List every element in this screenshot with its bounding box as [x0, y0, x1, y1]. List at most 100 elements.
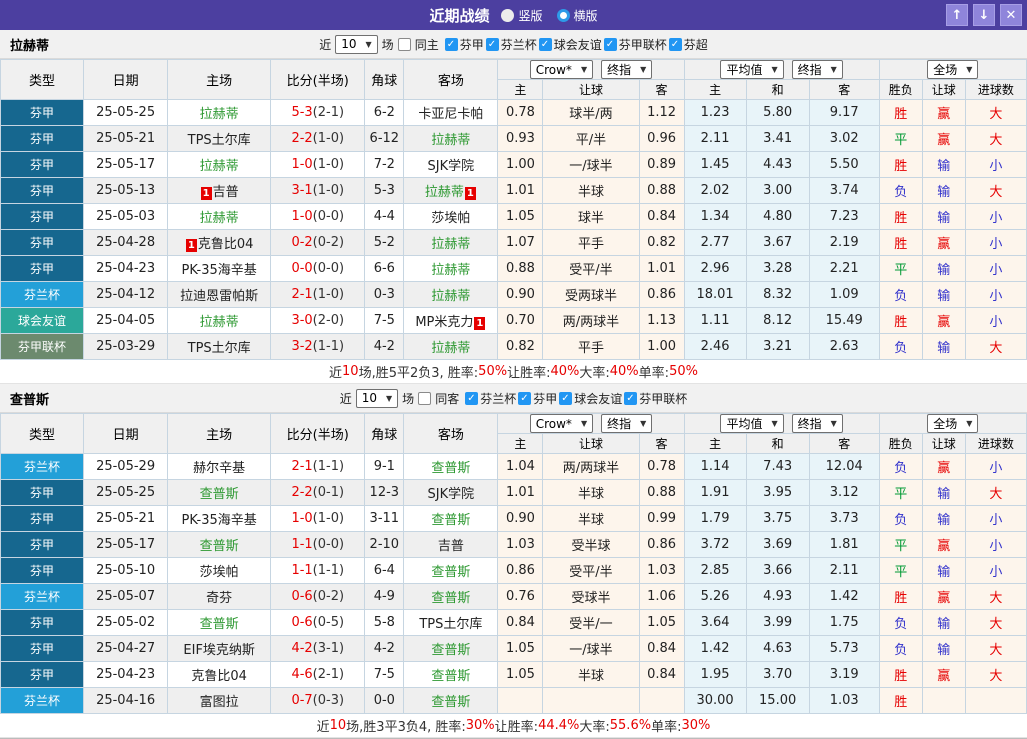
away-team-cell: 拉赫蒂 [403, 255, 499, 282]
final-odds-select[interactable]: 终指 ▼ [791, 60, 843, 79]
odds-company-select[interactable]: Crow* ▼ [529, 60, 594, 79]
average-odds-select[interactable]: 平均值 ▼ [720, 414, 784, 433]
checkbox-icon[interactable] [603, 37, 617, 51]
home-team-cell: 拉赫蒂 [167, 203, 272, 230]
avg-draw-odds-cell: 15.00 [745, 687, 810, 714]
avg-home-odds-cell: 3.64 [683, 609, 747, 636]
half-time-score: (2-1) [312, 667, 345, 682]
full-match-select[interactable]: 全场 ▼ [927, 60, 979, 79]
match-type-cell: 芬兰杯 [0, 687, 85, 714]
away-team-cell: 查普斯 [403, 635, 499, 662]
avg-away-odds-cell: 1.81 [808, 531, 880, 558]
red-card-badge: 1 [474, 317, 486, 330]
match-type-cell: 芬甲 [0, 661, 85, 688]
final-odds-select[interactable]: 终指 ▼ [791, 414, 843, 433]
radio-icon[interactable] [501, 8, 515, 22]
full-match-group-header: 全场 ▼ [878, 413, 1027, 434]
summary-text: 场,胜3平3负4, 胜率: [346, 720, 466, 735]
score-cell: 3-0(2-0) [270, 307, 366, 334]
away-team-cell: 卡亚尼卡帕 [403, 99, 499, 126]
close-button[interactable]: ✕ [1000, 4, 1022, 26]
checkbox-icon[interactable] [559, 391, 573, 405]
same-venue-checkbox[interactable] [397, 37, 411, 51]
handicap-away-odds-cell: 1.12 [638, 99, 685, 126]
same-venue-checkbox[interactable] [418, 391, 432, 405]
match-row: 芬甲 25-05-13 1 吉普 3-1(1-0) 5-3 拉赫蒂 1 1.01 半球 0.88 2.… [0, 177, 1027, 204]
checkbox-icon[interactable] [485, 37, 499, 51]
checkbox-icon[interactable] [444, 37, 458, 51]
handicap-line-cell: 球半 [542, 203, 640, 230]
league-filter[interactable]: 球会友谊 [538, 36, 602, 53]
avg-away-odds-cell: 7.23 [808, 203, 880, 230]
team-section: 拉赫蒂 近 10▼ 场 同主 芬甲芬兰杯球会友谊芬甲联杯芬超 类型 日期 主场 … [0, 30, 1027, 384]
half-time-score: (0-0) [312, 261, 345, 276]
score-cell: 0-2(0-2) [270, 229, 366, 256]
league-filter[interactable]: 芬超 [668, 36, 708, 53]
full-match-select[interactable]: 全场 ▼ [927, 414, 979, 433]
score-cell: 0-6(0-2) [270, 583, 366, 610]
avg-home-odds-cell: 30.00 [683, 687, 747, 714]
goals-result-cell: 小 [964, 255, 1027, 282]
average-odds-select[interactable]: 平均值 ▼ [720, 60, 784, 79]
league-filter[interactable]: 芬甲联杯 [603, 36, 667, 53]
league-label: 球会友谊 [553, 37, 602, 52]
corner-cell: 2-10 [364, 531, 405, 558]
goals-result-cell: 大 [964, 583, 1027, 610]
avg-away-odds-cell: 15.49 [808, 307, 880, 334]
full-time-score: 3-0 [291, 313, 313, 328]
odds-company-select[interactable]: Crow* ▼ [529, 414, 594, 433]
match-date-cell: 25-05-21 [83, 505, 169, 532]
handicap-away-odds-cell: 0.84 [638, 635, 685, 662]
sub-header-handicap: 让球 [542, 79, 640, 100]
match-count-select[interactable]: 10 ▼ [355, 388, 399, 408]
checkbox-icon[interactable] [668, 37, 682, 51]
avg-away-odds-cell: 3.02 [808, 125, 880, 152]
layout-radio[interactable]: 横版 [556, 7, 598, 24]
home-team-cell: TPS土尔库 [167, 125, 272, 152]
avg-draw-odds-cell: 3.21 [745, 333, 810, 360]
away-team-cell: 查普斯 [403, 505, 499, 532]
final-odds-select[interactable]: 终指 ▼ [601, 414, 653, 433]
match-row: 芬甲 25-04-23 克鲁比04 4-6(2-1) 7-5 查普斯 1.05 半球 0.84 1… [0, 661, 1027, 688]
avg-away-odds-cell: 2.11 [808, 557, 880, 584]
match-count-select[interactable]: 10 ▼ [335, 34, 378, 54]
handicap-line-cell: 半球 [542, 479, 640, 506]
handicap-away-odds-cell: 0.86 [638, 281, 685, 308]
checkbox-icon[interactable] [465, 391, 479, 405]
home-team-cell: 富图拉 [167, 687, 272, 714]
results-table: 类型 日期 主场 比分(半场) 角球 客场 Crow* ▼ 终指 ▼ 平均值 ▼ 终指… [0, 59, 1027, 360]
checkbox-icon[interactable] [518, 391, 532, 405]
scroll-down-button[interactable]: ↓ [973, 4, 995, 26]
handicap-home-odds-cell: 1.03 [497, 531, 544, 558]
match-row: 芬甲联杯 25-03-29 TPS土尔库 3-2(1-1) 4-2 拉赫蒂 0.82 平手 1.… [0, 333, 1027, 360]
handicap-result-cell: 输 [921, 203, 966, 230]
handicap-away-odds-cell: 0.82 [638, 229, 685, 256]
layout-radio[interactable]: 竖版 [501, 7, 543, 24]
scroll-up-button[interactable]: ↑ [946, 4, 968, 26]
league-filter[interactable]: 芬兰杯 [485, 36, 537, 53]
team-filter-bar: 查普斯 近 10▼ 场 同客 芬兰杯 芬甲 球会友谊 芬甲联杯 [0, 384, 1027, 413]
league-filter[interactable]: 芬甲 [444, 36, 484, 53]
handicap-home-odds-cell: 0.88 [497, 255, 544, 282]
summary-text: 让胜率: [507, 366, 551, 381]
full-time-score: 4-6 [291, 667, 313, 682]
handicap-away-odds-cell: 1.13 [638, 307, 685, 334]
league-filter[interactable]: 芬甲 [518, 390, 557, 407]
home-team-cell: 1 克鲁比04 [167, 229, 272, 256]
full-time-score: 0-6 [291, 615, 313, 630]
league-filter[interactable]: 芬兰杯 [465, 390, 516, 407]
checkbox-icon[interactable] [538, 37, 552, 51]
league-filter[interactable]: 球会友谊 [559, 390, 622, 407]
radio-icon[interactable] [556, 8, 570, 22]
league-filter[interactable]: 芬甲联杯 [624, 390, 687, 407]
goals-result-cell: 大 [964, 125, 1027, 152]
team-section: 查普斯 近 10▼ 场 同客 芬兰杯芬甲球会友谊芬甲联杯 类型 日期 主场 比分… [0, 384, 1027, 738]
goals-result-cell: 小 [964, 151, 1027, 178]
red-card-badge: 1 [200, 187, 212, 200]
away-team-name: 卡亚尼卡帕 [418, 107, 484, 122]
recent-results-window: 近期战绩 竖版横版 ↑ ↓ ✕ 拉赫蒂 近 10▼ 场 同主 芬甲芬兰杯球会友谊… [0, 0, 1027, 739]
corner-cell: 4-9 [364, 583, 405, 610]
half-time-score: (0-2) [312, 589, 345, 604]
final-odds-select[interactable]: 终指 ▼ [601, 60, 653, 79]
checkbox-icon[interactable] [624, 391, 638, 405]
